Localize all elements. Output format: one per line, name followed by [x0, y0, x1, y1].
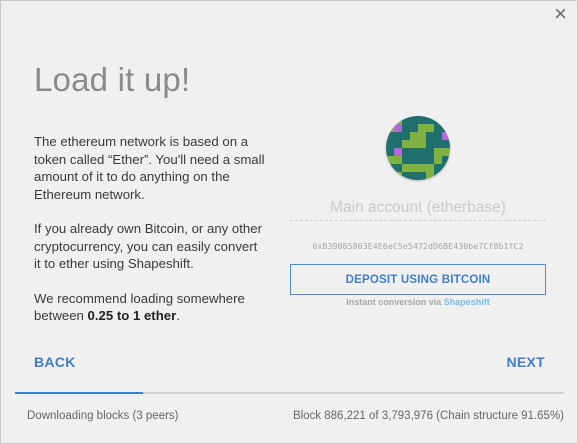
back-button[interactable]: BACK — [34, 354, 76, 370]
sync-progress-bar — [15, 392, 564, 394]
recommend-amount: 0.25 to 1 ether — [87, 308, 177, 323]
next-button[interactable]: NEXT — [506, 354, 545, 370]
paragraph-ether: The ethereum network is based on a token… — [34, 134, 265, 202]
deposit-bitcoin-button[interactable]: DEPOSIT USING BITCOIN — [290, 264, 546, 295]
account-name-input[interactable] — [290, 196, 546, 221]
close-icon[interactable]: × — [554, 3, 567, 25]
paragraph-bitcoin: If you already own Bitcoin, or any other… — [34, 221, 262, 271]
sync-progress-fill — [15, 392, 144, 394]
page-title: Load it up! — [34, 61, 191, 98]
sync-status-blocks: Block 886,221 of 3,793,976 (Chain struct… — [292, 410, 564, 422]
identicon-graphic — [386, 116, 450, 180]
shapeshift-link[interactable]: Shapeshift — [444, 297, 490, 307]
account-address: 0xB39085863E4E6eC5e5472dD6BE430be7Cf8b1f… — [312, 241, 524, 251]
paragraph-recommend: We recommend loading somewhere between 0… — [34, 290, 266, 325]
recommend-suffix: . — [176, 308, 180, 323]
account-identicon-icon — [386, 116, 450, 180]
onboarding-window: × Load it up! The ethereum network is ba… — [0, 0, 578, 444]
sync-status-peers: Downloading blocks (3 peers) — [27, 410, 179, 422]
instant-conversion-note: Instant conversion via Shapeshift — [290, 297, 546, 307]
instant-note-prefix: Instant conversion via — [346, 297, 444, 307]
intro-text: The ethereum network is based on a token… — [34, 133, 266, 342]
